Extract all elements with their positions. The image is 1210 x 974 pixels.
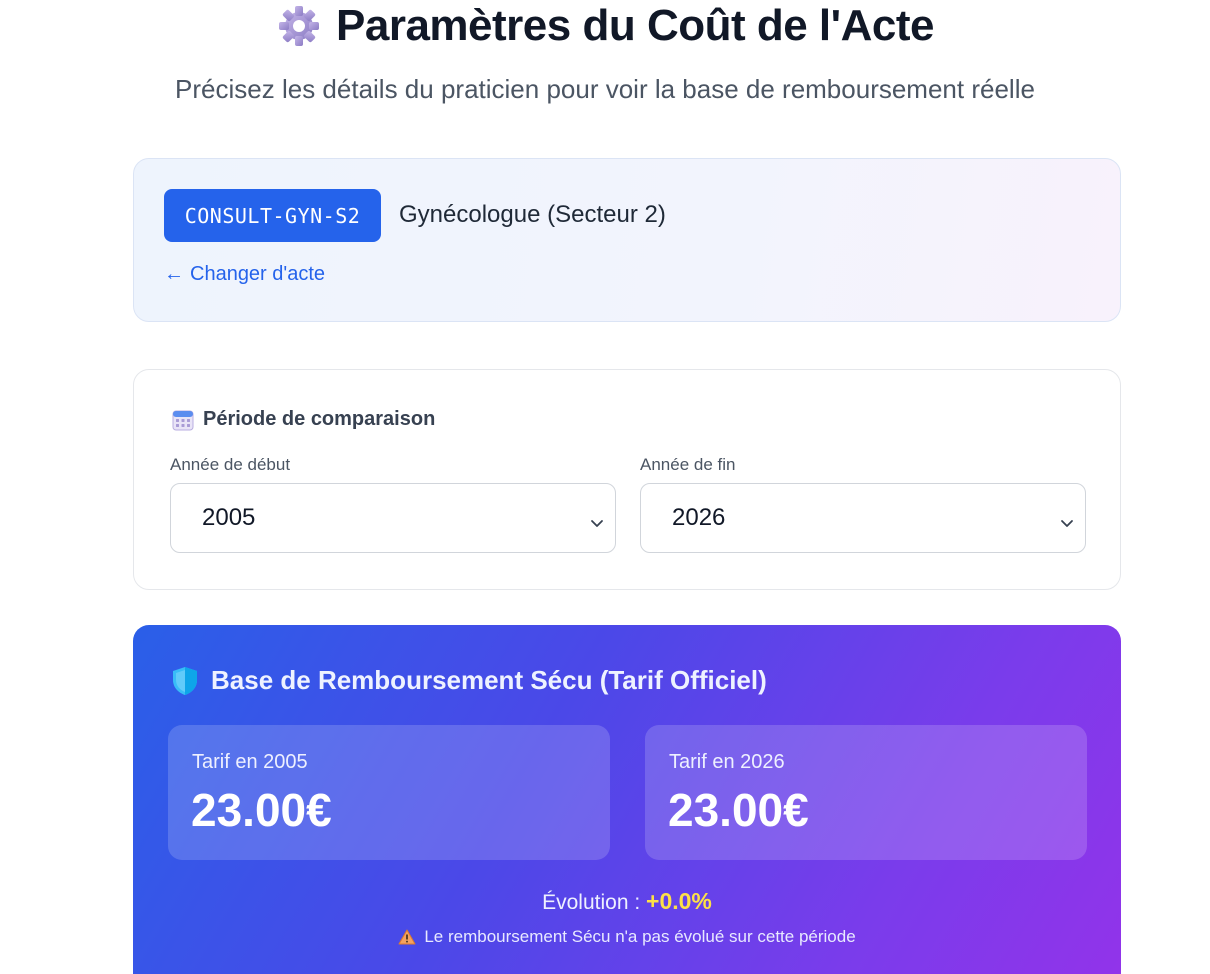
start-tariff-value: 23.00€ — [191, 784, 332, 836]
start-tariff-box: Tarif en 2005 23.00€ — [168, 725, 610, 860]
end-year-label: Année de fin — [640, 455, 736, 474]
end-year-select[interactable]: 2026 — [640, 483, 1086, 553]
act-code-badge: CONSULT-GYN-S2 — [164, 189, 381, 242]
warning-message: Le remboursement Sécu n'a pas évolué sur… — [133, 927, 1121, 947]
period-heading: Période de comparaison — [172, 408, 435, 431]
page-header: Paramètres du Coût de l'Acte — [0, 0, 1210, 52]
chevron-down-icon — [589, 510, 605, 527]
start-year-label: Année de début — [170, 455, 291, 474]
shield-icon — [171, 666, 199, 696]
start-tariff-label: Tarif en 2005 — [192, 751, 308, 773]
change-act-link[interactable]: ← Changer d'acte — [164, 263, 325, 286]
evolution-line: Évolution : +0.0% — [133, 888, 1121, 915]
reimbursement-base-card: Base de Remboursement Sécu (Tarif Offici… — [133, 625, 1121, 974]
warning-icon — [398, 929, 416, 945]
end-tariff-label: Tarif en 2026 — [669, 751, 785, 773]
start-year-value: 2005 — [202, 504, 256, 531]
end-tariff-box: Tarif en 2026 23.00€ — [645, 725, 1087, 860]
period-title: Période de comparaison — [203, 408, 436, 430]
base-title: Base de Remboursement Sécu (Tarif Offici… — [211, 665, 767, 695]
page: Paramètres du Coût de l'Acte Précisez le… — [0, 0, 1210, 974]
end-year-value: 2026 — [672, 504, 726, 531]
base-heading: Base de Remboursement Sécu (Tarif Offici… — [171, 665, 767, 696]
calendar-icon — [172, 409, 194, 431]
change-act-label: Changer d'acte — [190, 263, 326, 285]
act-label: Gynécologue (Secteur 2) — [399, 201, 666, 228]
page-subtitle: Précisez les détails du praticien pour v… — [175, 74, 1035, 104]
evolution-value: +0.0% — [646, 888, 712, 914]
evolution-label: Évolution : — [542, 891, 641, 914]
arrow-left-icon: ← — [164, 263, 184, 285]
warning-text: Le remboursement Sécu n'a pas évolué sur… — [424, 927, 856, 946]
end-tariff-value: 23.00€ — [668, 784, 809, 836]
start-year-select[interactable]: 2005 — [170, 483, 616, 553]
period-card: Période de comparaison Année de début 20… — [133, 369, 1121, 590]
page-title: Paramètres du Coût de l'Acte — [336, 1, 934, 50]
selected-act-card: CONSULT-GYN-S2 Gynécologue (Secteur 2) ←… — [133, 158, 1121, 322]
gear-icon — [276, 3, 322, 49]
chevron-down-icon — [1059, 510, 1075, 527]
